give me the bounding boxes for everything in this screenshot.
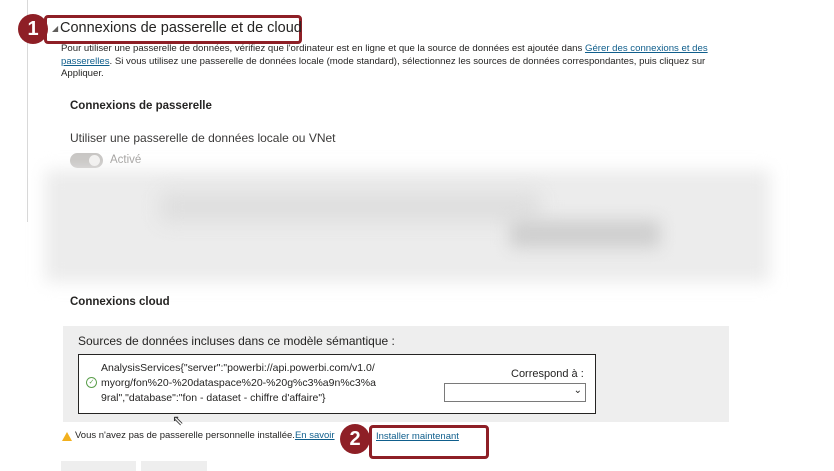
gateway-heading: Connexions de passerelle [70, 100, 212, 112]
warning-text: Vous n'avez pas de passerelle personnell… [75, 430, 295, 441]
gateway-toggle-label: Utiliser une passerelle de données local… [70, 131, 336, 145]
section-description: Pour utiliser une passerelle de données,… [61, 43, 741, 81]
callout-badge-1: 1 [18, 14, 48, 44]
discard-button[interactable] [141, 461, 207, 471]
callout-badge-2: 2 [340, 424, 370, 454]
blurred-region [45, 170, 770, 282]
warning-icon [62, 432, 72, 441]
gateway-toggle-state: Activé [110, 154, 142, 166]
install-now-link[interactable]: Installer maintenant [376, 431, 459, 442]
apply-button[interactable] [61, 461, 136, 471]
mouse-cursor-icon: ⇖ [172, 412, 184, 428]
cloud-heading: Connexions cloud [70, 296, 170, 308]
section-title[interactable]: ◢ Connexions de passerelle et de cloud [52, 20, 302, 36]
description-prefix: Pour utiliser une passerelle de données,… [61, 43, 585, 54]
collapse-caret-icon[interactable]: ◢ [52, 24, 58, 33]
blurred-region-detail [160, 192, 540, 222]
description-suffix: . Si vous utilisez une passerelle de don… [61, 55, 706, 80]
warning-message: Vous n'avez pas de passerelle personnell… [75, 430, 335, 441]
gateway-toggle[interactable] [70, 153, 103, 168]
learn-more-link[interactable]: En savoir [295, 430, 335, 441]
sources-title: Sources de données incluses dans ce modè… [78, 334, 395, 348]
source-line-2: myorg/fon%20-%20dataspace%20-%20g%c3%a9n… [101, 377, 376, 389]
chevron-down-icon: ⌄ [573, 385, 582, 396]
source-description: AnalysisServices{"server":"powerbi://api… [101, 361, 411, 406]
maps-to-label: Correspond à : [511, 368, 584, 380]
source-line-3: 9ral","database":"fon - dataset - chiffr… [101, 392, 326, 404]
toggle-knob [89, 155, 100, 166]
maps-to-select[interactable]: ⌄ [444, 383, 586, 402]
section-title-text: Connexions de passerelle et de cloud [60, 20, 302, 36]
source-line-1: AnalysisServices{"server":"powerbi://api… [101, 362, 375, 374]
blurred-region-detail-2 [510, 220, 660, 248]
check-circle-icon: ✓ [86, 377, 97, 388]
